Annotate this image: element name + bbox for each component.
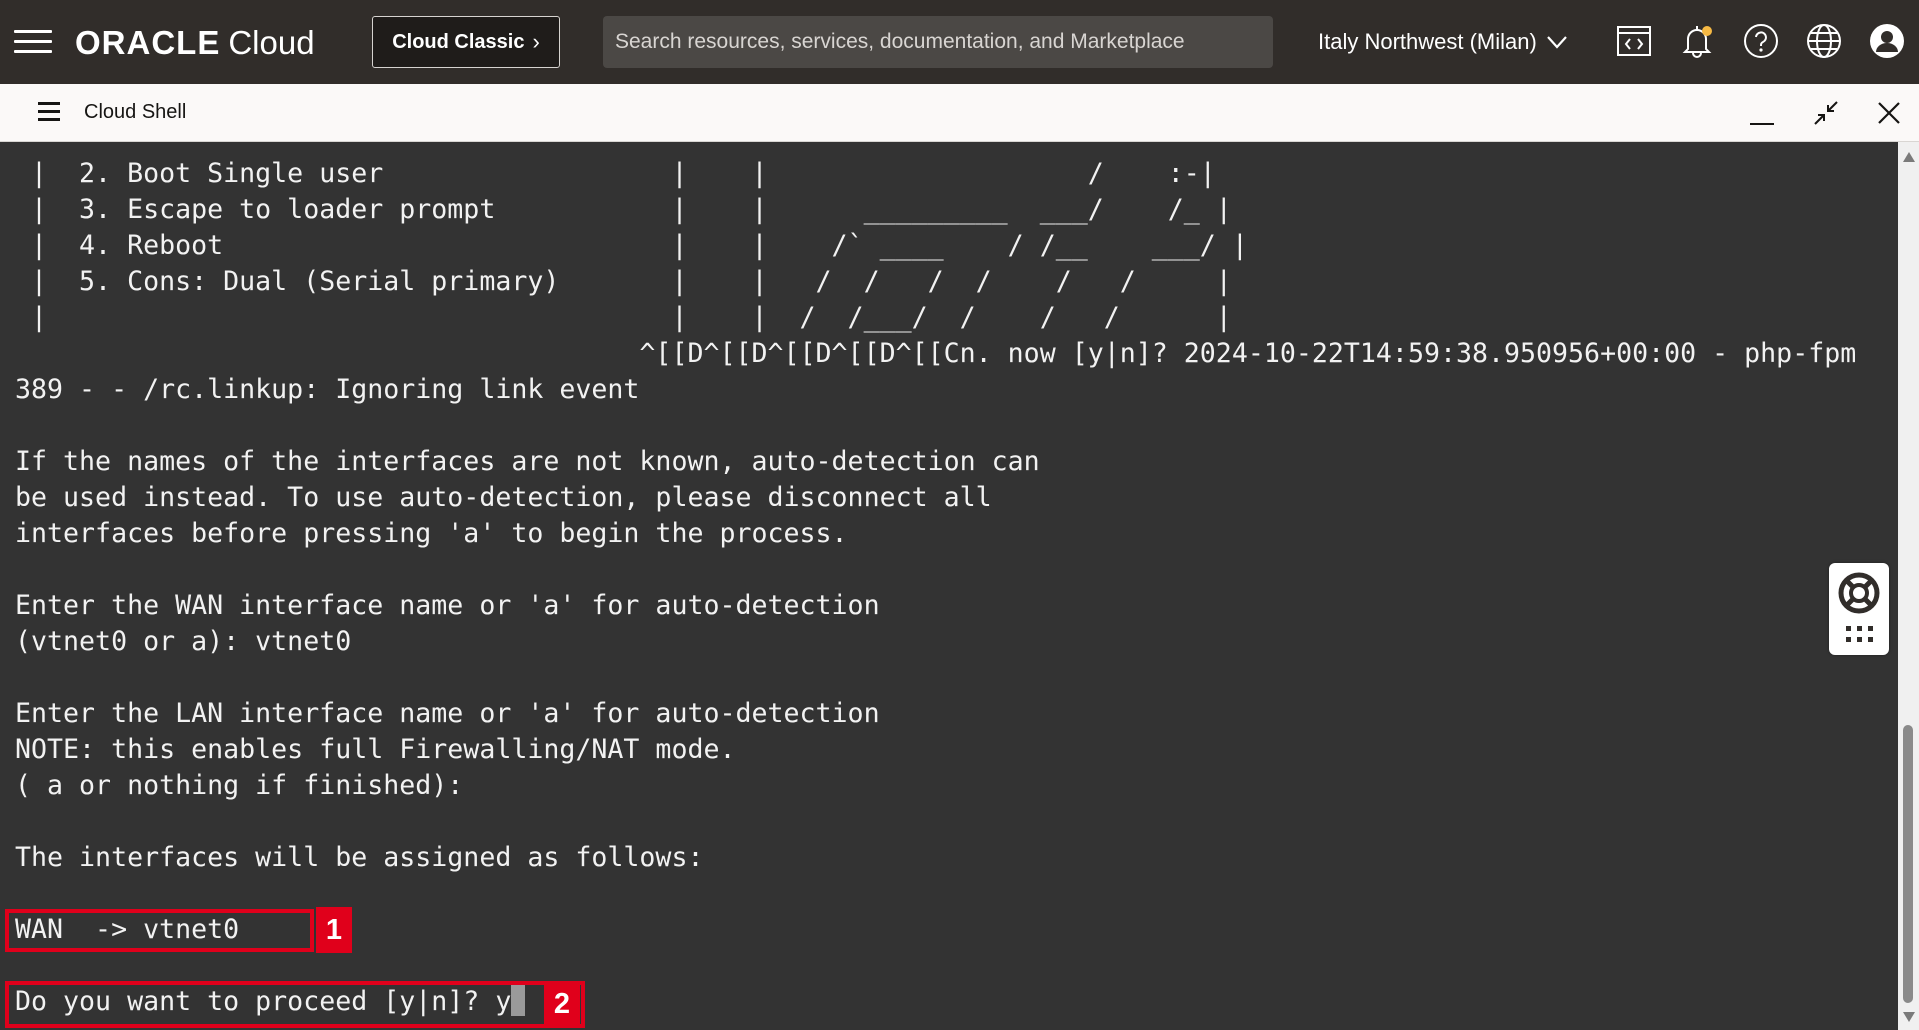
terminal-line: If the names of the interfaces are not k… (15, 446, 1040, 477)
lifebuoy-icon[interactable] (1838, 572, 1880, 614)
terminal-line: The interfaces will be assigned as follo… (15, 842, 704, 873)
terminal-output[interactable]: | 2. Boot Single user | | / :-| | 3. Esc… (0, 142, 1898, 1030)
terminal-line: | 3. Escape to loader prompt | | _______… (15, 194, 1232, 225)
search-placeholder: Search resources, services, documentatio… (615, 30, 1185, 53)
highlight-box-proceed (5, 981, 585, 1028)
terminal-line: | 5. Cons: Dual (Serial primary) | | / /… (15, 266, 1232, 297)
terminal-line: NOTE: this enables full Firewalling/NAT … (15, 734, 736, 765)
terminal-line: | 2. Boot Single user | | / :-| (15, 158, 1216, 189)
region-selector[interactable]: Italy Northwest (Milan) (1318, 24, 1567, 60)
profile-icon[interactable] (1868, 22, 1906, 60)
code-editor-icon[interactable] (1615, 22, 1653, 60)
terminal-line: be used instead. To use auto-detection, … (15, 482, 992, 513)
shell-menu-icon[interactable] (38, 102, 60, 122)
notification-dot (1702, 26, 1712, 36)
terminal-line: interfaces before pressing 'a' to begin … (15, 518, 848, 549)
menu-icon[interactable] (14, 30, 52, 54)
chevron-right-icon: › (532, 29, 540, 54)
terminal-scrollbar[interactable] (1898, 142, 1919, 1030)
cloud-shell-bar: Cloud Shell (0, 84, 1919, 142)
terminal-line: (vtnet0 or a): vtnet0 (15, 626, 352, 657)
terminal-line: Enter the WAN interface name or 'a' for … (15, 590, 880, 621)
apps-grid-icon[interactable] (1845, 624, 1875, 644)
terminal-line: 389 - - /rc.linkup: Ignoring link event (15, 374, 640, 405)
annotation-badge-2: 2 (544, 981, 580, 1027)
terminal-line: | | | / /___/ / / / | (15, 302, 1232, 333)
chevron-down-icon (1547, 36, 1567, 49)
close-icon[interactable] (1874, 98, 1904, 128)
terminal-line: | 4. Reboot | | /` ____ / /__ ___/ | (15, 230, 1248, 261)
help-widget[interactable] (1829, 563, 1889, 655)
oci-header: ORACLE Cloud Cloud Classic › Search reso… (0, 0, 1919, 84)
bell-icon[interactable] (1678, 22, 1716, 60)
search-input[interactable]: Search resources, services, documentatio… (603, 16, 1273, 68)
highlight-box-wan (5, 909, 314, 952)
brand-oracle: ORACLE (75, 24, 221, 61)
terminal-line: Enter the LAN interface name or 'a' for … (15, 698, 880, 729)
region-label: Italy Northwest (Milan) (1318, 29, 1537, 54)
scroll-up-icon[interactable] (1903, 152, 1915, 162)
terminal-line: ( a or nothing if finished): (15, 770, 464, 801)
scroll-thumb[interactable] (1903, 725, 1913, 1003)
terminal-line: ^[[D^[[D^[[D^[[D^[[Cn. now [y|n]? 2024-1… (15, 338, 1857, 369)
help-icon[interactable] (1742, 22, 1780, 60)
minimize-icon[interactable] (1747, 98, 1777, 128)
cloud-shell-title: Cloud Shell (84, 101, 187, 123)
scroll-down-icon[interactable] (1903, 1012, 1915, 1022)
annotation-badge-1: 1 (316, 907, 352, 953)
globe-icon[interactable] (1805, 22, 1843, 60)
oracle-cloud-logo[interactable]: ORACLE Cloud (75, 24, 315, 64)
cloud-classic-label: Cloud Classic (392, 30, 525, 53)
restore-icon[interactable] (1811, 98, 1841, 128)
brand-cloud: Cloud (228, 24, 315, 61)
cloud-classic-button[interactable]: Cloud Classic › (372, 16, 560, 68)
